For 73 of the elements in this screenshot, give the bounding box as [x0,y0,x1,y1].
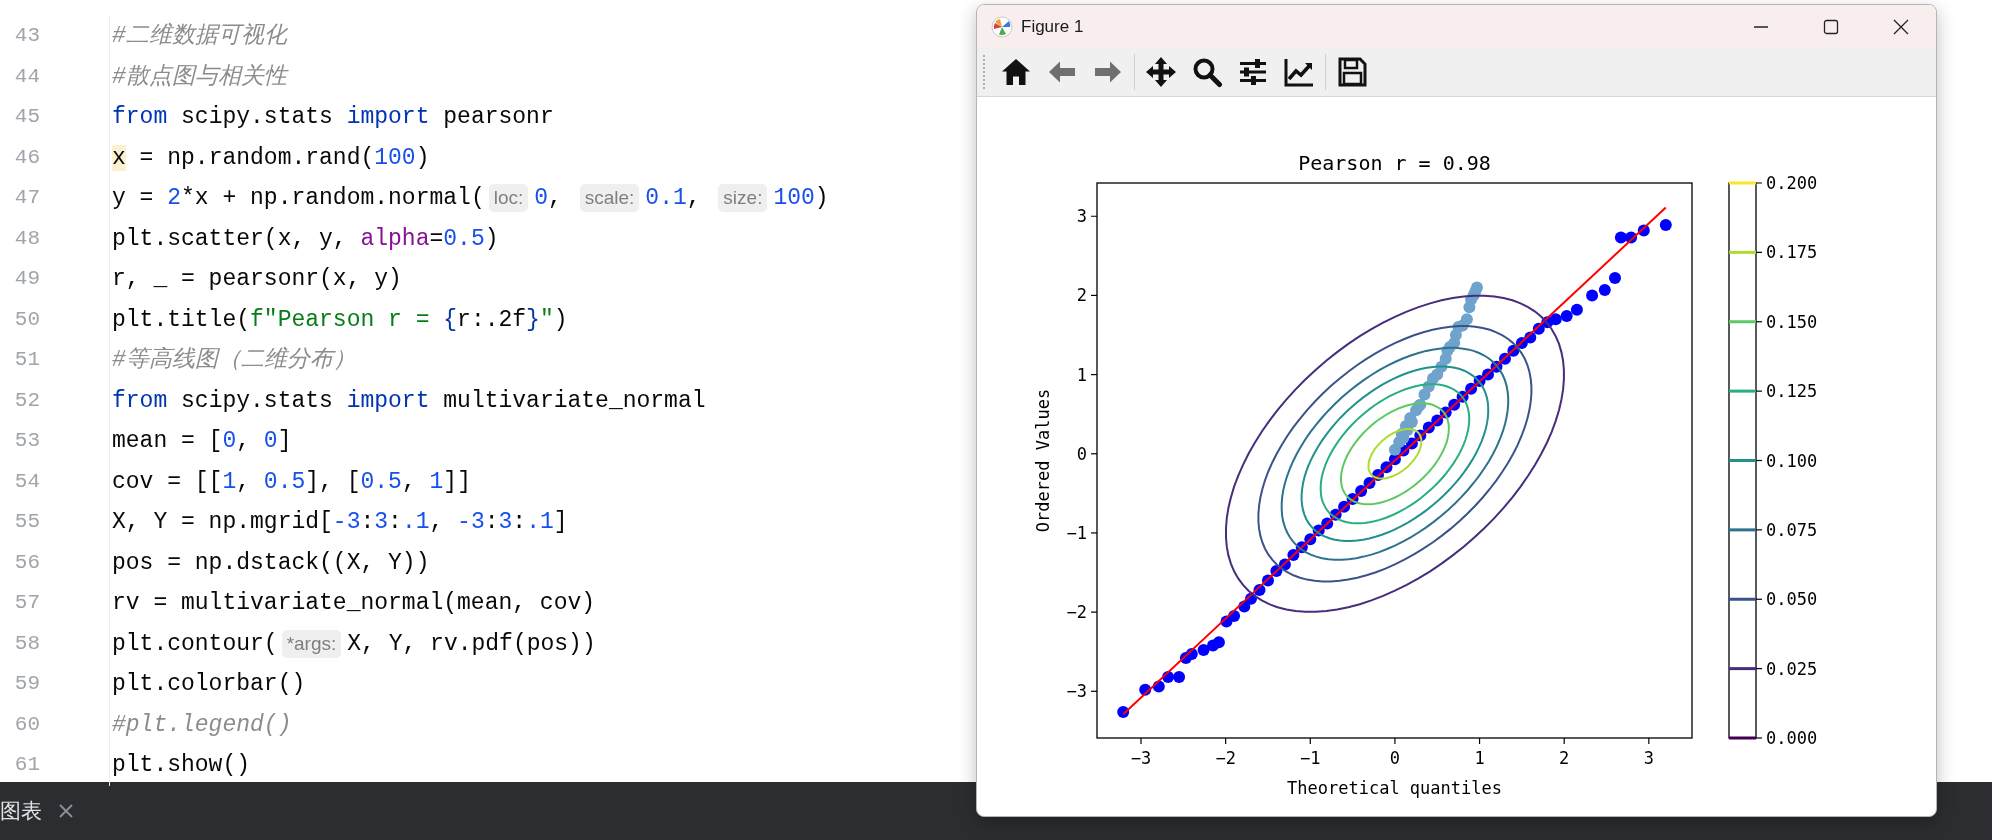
inlay-hint: scale: [579,184,640,213]
tick-label: 0.150 [1766,311,1818,332]
code-text: 0.1, [645,184,702,213]
line-number: 49 [13,266,40,292]
tick-label: 0.000 [1766,728,1818,748]
line-number: 53 [13,428,40,454]
line-number: 45 [13,104,40,130]
window-title: Figure 1 [1021,15,1084,38]
tick-label: 0 [1389,748,1401,768]
tick-label: 0.100 [1766,450,1818,471]
line-number: 47 [13,185,40,211]
code-text: r, _ = pearsonr(x, y) [112,265,402,294]
line-number: 61 [13,752,40,778]
tick-label: 3 [1643,748,1654,768]
inlay-hint: loc: [488,184,529,213]
code-text: #二维数据可视化 [112,21,287,51]
line-number: 50 [13,306,40,333]
line-number: 56 [13,549,40,576]
tick-label: 0.200 [1766,173,1818,193]
tick-label: 0.175 [1766,242,1818,263]
code-text: plt.colorbar() [112,670,306,699]
code-text: 100) [773,184,829,213]
line-number: 46 [13,144,40,171]
code-text: y = 2*x + np.random.normal( [112,184,485,213]
line-number: 51 [13,347,40,373]
tick-label: 0.050 [1766,589,1818,610]
line-number: 43 [13,23,40,49]
tick-label: 0.125 [1766,381,1818,402]
code-text: rv = multivariate_normal(mean, cov) [112,589,596,618]
y-axis-label: Ordered Values [1033,388,1053,533]
code-text: plt.contour( [112,629,278,659]
line-number: 44 [13,63,40,90]
tick-label: 1 [1076,364,1087,385]
code-text: from scipy.stats import pearsonr [112,103,554,132]
tick-label: 1 [1474,748,1485,768]
code-text: plt.show() [112,751,251,780]
tick-label: 2 [1559,748,1570,768]
tick-label: −3 [1130,748,1152,768]
code-text: plt.title(f"Pearson r = {r:.2f}") [112,305,568,335]
tick-label: 0.025 [1766,658,1818,679]
tick-label: −3 [1066,681,1087,702]
line-number: 52 [13,387,40,414]
tick-label: 3 [1076,206,1087,227]
code-text: X, Y, rv.pdf(pos)) [347,629,596,659]
chart-title: Pearson r = 0.98 [1298,151,1491,175]
inlay-hint: *args: [281,629,342,658]
line-number: 57 [13,590,40,616]
code-text: X, Y = np.mgrid[-3:3:.1, -3:3:.1] [112,508,568,537]
line-number: 48 [13,225,40,252]
code-text: mean = [0, 0] [112,427,292,456]
line-number: 54 [13,468,40,495]
line-number: 58 [13,630,40,657]
line-number: 60 [13,711,40,738]
code-text: #等高线图（二维分布） [112,345,356,375]
tick-label: −1 [1300,748,1321,768]
tick-label: 0 [1076,443,1087,464]
code-text: cov = [[1, 0.5], [0.5, 1]] [112,467,471,497]
tick-label: −2 [1066,602,1087,623]
inlay-hint: size: [718,184,768,213]
code-text: pos = np.dstack((X, Y)) [112,548,430,578]
code-text: from scipy.stats import multivariate_normal [112,386,706,416]
x-axis-label: Theoretical quantiles [1287,778,1502,798]
tick-label: −1 [1066,522,1087,543]
line-number: 55 [13,509,40,535]
tick-label: 2 [1076,285,1087,306]
code-text: 0, [534,184,563,213]
tick-label: 0.075 [1766,519,1818,540]
code-text: x = np.random.rand(100) [112,143,430,173]
code-text: plt.scatter(x, y, alpha=0.5) [112,224,499,254]
code-text: #散点图与相关性 [112,62,287,92]
tick-label: −2 [1215,748,1236,768]
code-text: #plt.legend() [112,710,292,740]
line-number: 59 [13,671,40,697]
